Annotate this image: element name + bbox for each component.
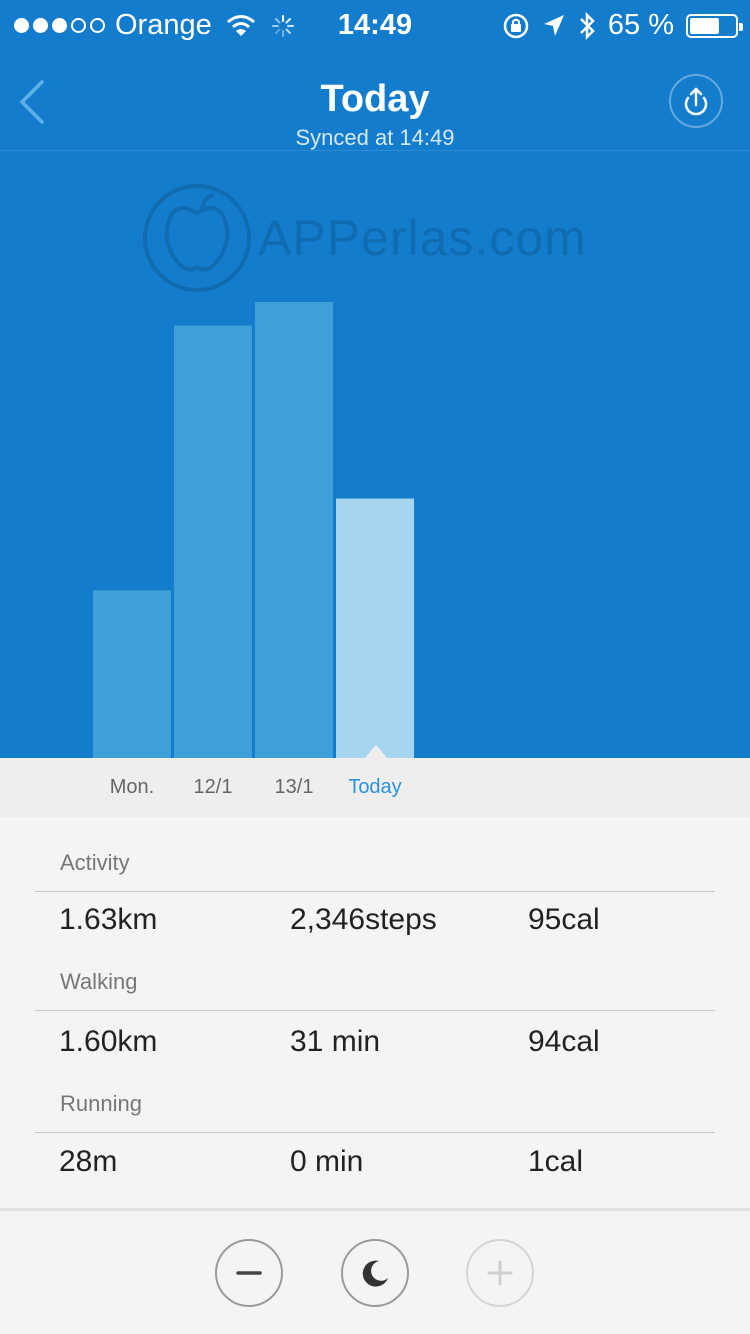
minus-button[interactable] — [215, 1239, 283, 1307]
bluetooth-icon — [580, 11, 595, 40]
chart-bar-today[interactable] — [336, 498, 414, 758]
sync-status: Synced at 14:49 — [295, 125, 455, 150]
activity-distance: 1.63km — [59, 903, 158, 936]
nav-divider — [0, 150, 750, 151]
selected-day-pointer — [365, 745, 387, 758]
divider — [35, 1132, 715, 1133]
status-bar: Orange 14:49 65 % — [0, 0, 750, 52]
running-duration: 0 min — [290, 1145, 364, 1178]
rotation-lock-icon — [503, 13, 529, 38]
day-label[interactable]: 13/1 — [254, 776, 334, 799]
location-arrow-icon — [543, 14, 564, 36]
activity-steps: 2,346steps — [290, 903, 437, 936]
divider — [35, 891, 715, 892]
divider — [35, 1010, 715, 1011]
plus-button[interactable] — [466, 1239, 534, 1307]
moon-icon — [362, 1260, 388, 1287]
stats-panel: Activity 1.63km 2,346steps 95cal Walking… — [0, 817, 750, 1208]
walking-calories: 94cal — [528, 1025, 600, 1058]
day-label[interactable]: Today — [335, 776, 415, 799]
steps-bar-chart — [93, 302, 414, 758]
activity-calories: 95cal — [528, 903, 600, 936]
page-title: Today — [320, 78, 430, 120]
chart-bar-13-1[interactable] — [255, 302, 333, 758]
running-label: Running — [60, 1091, 142, 1116]
walking-distance: 1.60km — [59, 1025, 158, 1058]
sleep-button[interactable] — [341, 1239, 409, 1307]
navigation-bar: Today Synced at 14:49 — [0, 52, 750, 150]
chart-bar-mon[interactable] — [93, 590, 171, 758]
day-label[interactable]: 12/1 — [173, 776, 253, 799]
minus-icon — [236, 1271, 262, 1275]
chart-bar-12-1[interactable] — [174, 325, 252, 758]
walking-label: Walking — [60, 969, 138, 994]
battery-percent: 65 % — [607, 9, 674, 41]
day-labels: Mon. 12/1 13/1 Today — [0, 758, 750, 817]
upload-icon — [684, 87, 708, 116]
running-calories: 1cal — [528, 1145, 584, 1178]
share-button[interactable] — [669, 74, 723, 128]
plus-icon — [487, 1260, 513, 1286]
running-distance: 28m — [59, 1145, 118, 1178]
activity-label: Activity — [60, 850, 130, 875]
battery-icon — [686, 13, 743, 38]
bottom-controls — [0, 1208, 750, 1334]
walking-duration: 31 min — [290, 1025, 381, 1058]
day-label[interactable]: Mon. — [92, 776, 172, 799]
